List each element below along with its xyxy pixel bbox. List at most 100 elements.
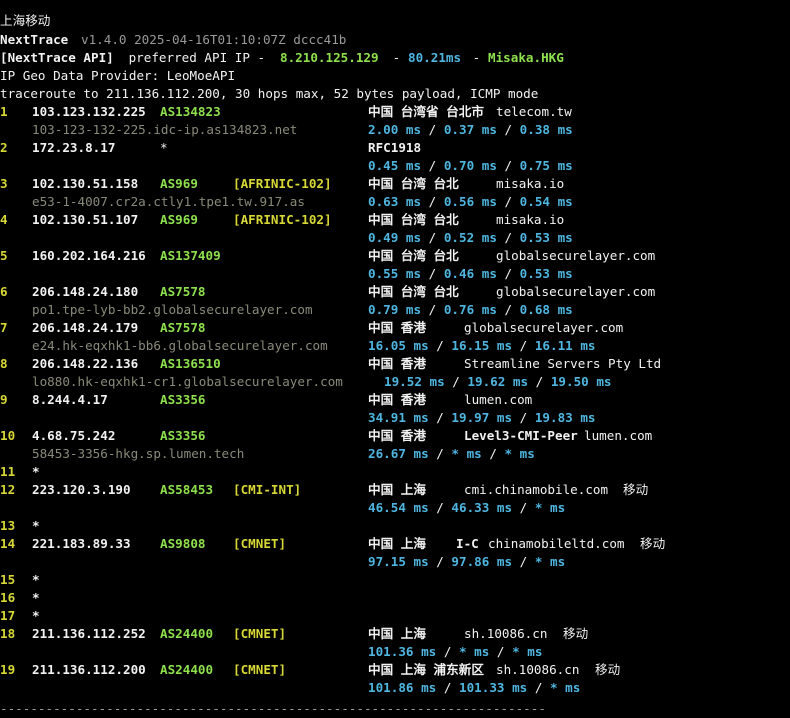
hop-geo: 中国 台湾 台北 bbox=[368, 176, 459, 191]
rtt-value: * ms bbox=[451, 446, 482, 461]
rtt-separator: / bbox=[421, 158, 444, 173]
rtt-value: 26.67 ms bbox=[368, 446, 429, 461]
hop-geo: 中国 香港 bbox=[368, 428, 426, 443]
hop-org: globalsecurelayer.com bbox=[464, 320, 624, 335]
top-rule: ----------------------------------------… bbox=[0, 0, 790, 6]
hop-number: 6 bbox=[0, 284, 8, 299]
rtt-value: 0.68 ms bbox=[519, 302, 573, 317]
terminal-window: ----------------------------------------… bbox=[0, 0, 790, 716]
rtt-separator: / bbox=[512, 410, 535, 425]
hop-number: 9 bbox=[0, 392, 8, 407]
rtt-value: * ms bbox=[534, 554, 566, 569]
hop-label: Level3-CMI-Peer bbox=[464, 428, 578, 443]
hop-tag: [CMNET] bbox=[233, 536, 287, 551]
hop-org: telecom.tw bbox=[496, 104, 572, 119]
rtt-separator: / bbox=[428, 338, 452, 353]
hop-hostname: e53-1-4007.cr2a.ctly1.tpe1.tw.917.as bbox=[32, 194, 305, 209]
api-node: Misaka.HKG bbox=[488, 50, 564, 65]
hop-rtt: 46.54 ms / 46.33 ms / * ms bbox=[368, 499, 565, 517]
rtt-value: 19.83 ms bbox=[534, 410, 596, 425]
rtt-value: 0.37 ms bbox=[443, 122, 497, 137]
hop-hostname: e24.hk-eqxhk1-bb6.globalsecurelayer.com bbox=[32, 338, 328, 353]
hop-ip: 223.120.3.190 bbox=[32, 482, 131, 497]
api-label: preferred API IP - bbox=[121, 50, 273, 65]
hop-asn: AS136510 bbox=[160, 356, 221, 371]
rtt-value: 0.53 ms bbox=[519, 266, 573, 281]
rtt-separator: / bbox=[421, 122, 444, 137]
hop-rtt: 2.00 ms / 0.37 ms / 0.38 ms bbox=[368, 121, 573, 139]
rtt-separator: / bbox=[481, 446, 505, 461]
api-line: [NextTrace API] preferred API IP - 8.210… bbox=[0, 49, 564, 67]
rtt-value: * ms bbox=[512, 644, 543, 659]
hop-ip: 206.148.22.136 bbox=[32, 356, 139, 371]
hop-asn: * bbox=[160, 140, 168, 155]
hop-number: 19 bbox=[0, 662, 16, 677]
hop-ip: 211.136.112.252 bbox=[32, 626, 146, 641]
rtt-value: 0.38 ms bbox=[519, 122, 573, 137]
hop-number: 4 bbox=[0, 212, 8, 227]
hop-asn: AS969 bbox=[160, 176, 198, 191]
rtt-separator: / bbox=[496, 266, 520, 281]
rtt-value: 101.33 ms bbox=[459, 680, 528, 695]
hop-number: 18 bbox=[0, 626, 16, 641]
rtt-value: 19.52 ms bbox=[384, 374, 445, 389]
hop-asn: AS969 bbox=[160, 212, 198, 227]
hop-ip: 102.130.51.158 bbox=[32, 176, 139, 191]
hop-ip: 172.23.8.17 bbox=[32, 140, 116, 155]
rtt-value: 0.54 ms bbox=[519, 194, 573, 209]
rtt-value: 0.63 ms bbox=[368, 194, 422, 209]
hop-org: lumen.com bbox=[464, 392, 533, 407]
hop-number: 1 bbox=[0, 104, 8, 119]
rtt-value: 0.49 ms bbox=[368, 230, 422, 245]
rtt-separator: / bbox=[421, 266, 444, 281]
rtt-value: 0.53 ms bbox=[519, 230, 573, 245]
hop-asn: AS7578 bbox=[160, 320, 206, 335]
hop-geo: 中国 上海 bbox=[368, 536, 426, 551]
hop-org: sh.10086.cn bbox=[464, 626, 548, 641]
hop-rtt: 101.36 ms / * ms / * ms bbox=[368, 643, 542, 661]
rtt-value: 0.46 ms bbox=[443, 266, 497, 281]
hop-number: 13 bbox=[0, 518, 16, 533]
rtt-separator: / bbox=[428, 500, 452, 515]
rtt-value: 0.56 ms bbox=[443, 194, 497, 209]
hop-number: 16 bbox=[0, 590, 16, 605]
hop-tag: [AFRINIC-102] bbox=[233, 212, 332, 227]
hop-ip: 206.148.24.180 bbox=[32, 284, 139, 299]
rtt-separator: / bbox=[496, 158, 520, 173]
hop-rtt: 26.67 ms / * ms / * ms bbox=[368, 445, 535, 463]
api-sep-1: - bbox=[385, 50, 408, 65]
rtt-value: 0.76 ms bbox=[443, 302, 497, 317]
hop-geo: 中国 香港 bbox=[368, 320, 426, 335]
rtt-value: * ms bbox=[550, 680, 581, 695]
hop-rtt: 0.45 ms / 0.70 ms / 0.75 ms bbox=[368, 157, 573, 175]
hop-geo: 中国 上海 浦东新区 bbox=[368, 662, 484, 677]
hop-number: 14 bbox=[0, 536, 16, 551]
hop-asn: AS7578 bbox=[160, 284, 206, 299]
hop-org: chinamobileltd.com bbox=[488, 536, 625, 551]
rtt-separator: / bbox=[436, 680, 459, 695]
hop-rtt: 0.49 ms / 0.52 ms / 0.53 ms bbox=[368, 229, 573, 247]
hop-geo: 中国 上海 bbox=[368, 626, 426, 641]
hop-ip: 160.202.164.216 bbox=[32, 248, 146, 263]
hop-ip: * bbox=[32, 518, 40, 533]
rtt-value: 16.15 ms bbox=[451, 338, 513, 353]
hop-rtt: 19.52 ms / 19.62 ms / 19.50 ms bbox=[384, 373, 612, 391]
hop-ip: 4.68.75.242 bbox=[32, 428, 116, 443]
rtt-value: 19.62 ms bbox=[467, 374, 529, 389]
api-tag: [NextTrace API] bbox=[0, 50, 114, 65]
rtt-value: 0.70 ms bbox=[443, 158, 497, 173]
hop-ip: 221.183.89.33 bbox=[32, 536, 131, 551]
rtt-separator: / bbox=[512, 554, 535, 569]
rtt-separator: / bbox=[428, 554, 452, 569]
hop-ip: * bbox=[32, 608, 40, 623]
hop-tag: [AFRINIC-102] bbox=[233, 176, 332, 191]
rtt-separator: / bbox=[428, 446, 452, 461]
hop-asn: AS24400 bbox=[160, 626, 214, 641]
rtt-separator: / bbox=[527, 680, 550, 695]
hop-number: 12 bbox=[0, 482, 16, 497]
hop-rtt: 0.63 ms / 0.56 ms / 0.54 ms bbox=[368, 193, 573, 211]
rtt-separator: / bbox=[428, 410, 452, 425]
hop-org: globalsecurelayer.com bbox=[496, 284, 656, 299]
hop-geo: 中国 上海 bbox=[368, 482, 426, 497]
rtt-value: 0.52 ms bbox=[443, 230, 497, 245]
